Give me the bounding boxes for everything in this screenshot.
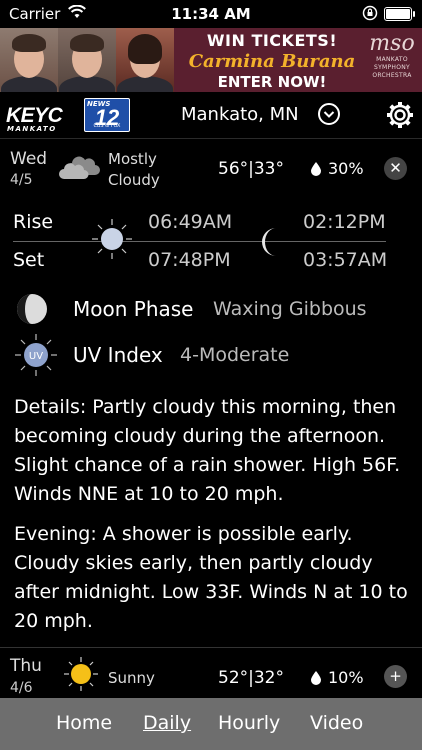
bottom-tab-bar: Home Daily Hourly Video — [0, 698, 422, 750]
rotation-lock-icon — [362, 5, 378, 21]
ad-headline: WIN TICKETS! — [206, 31, 338, 50]
rise-label: Rise — [13, 211, 54, 233]
raindrop-icon — [311, 162, 321, 176]
daily-forecast-expanded: Wed 4/5 Mostly Cloudy 56°|33° 30% ✕ Rise… — [0, 139, 422, 647]
tab-home[interactable]: Home — [56, 712, 112, 734]
uv-index-row: UV UV Index 4-Moderate — [0, 334, 422, 376]
moon-phase-row: Moon Phase Waxing Gibbous — [0, 289, 422, 329]
day-name: Thu — [10, 656, 42, 676]
tab-daily[interactable]: Daily — [143, 712, 191, 734]
app-header: KEYC MANKATO NEWS 12 CBS & FOX Mankato, … — [0, 92, 422, 139]
precip-chance: 10% — [328, 668, 364, 687]
day-name: Wed — [10, 149, 48, 169]
orchestra-logo: mso MANKATO SYMPHONY ORCHESTRA — [369, 31, 415, 80]
collapse-button[interactable]: ✕ — [384, 157, 407, 180]
sunset-time: 07:48PM — [148, 249, 231, 271]
chevron-down-icon[interactable] — [318, 103, 340, 125]
day-summary-row[interactable]: Thu 4/6 Sunny 52°|32° 10% + — [0, 647, 422, 698]
gear-icon[interactable] — [386, 101, 414, 129]
tab-hourly[interactable]: Hourly — [218, 712, 280, 734]
clock: 11:34 AM — [171, 5, 251, 23]
moon-icon — [262, 228, 276, 256]
raindrop-icon — [311, 671, 321, 685]
ad-photo — [0, 28, 174, 92]
svg-text:UV: UV — [29, 351, 43, 362]
condition-text: Sunny — [108, 669, 155, 687]
high-low-temps: 52°|32° — [218, 668, 284, 688]
battery-icon — [384, 7, 415, 21]
uv-index-value: 4-Moderate — [180, 344, 290, 366]
day-summary-row[interactable]: Wed 4/5 Mostly Cloudy 56°|33° 30% ✕ — [0, 139, 422, 195]
sunrise-time: 06:49AM — [148, 211, 233, 233]
tab-video[interactable]: Video — [310, 712, 363, 734]
day-date: 4/6 — [10, 680, 33, 696]
ad-banner[interactable]: WIN TICKETS! Carmina Burana ENTER NOW! m… — [0, 28, 422, 92]
ad-cta: ENTER NOW! — [217, 73, 327, 91]
sun-moon-times: Rise Set 06:49AM 07:48PM 02:12PM 03:57AM — [0, 205, 422, 285]
evening-text: Evening: A shower is possible early. Clo… — [14, 523, 408, 632]
moon-phase-label: Moon Phase — [73, 297, 194, 321]
precip-chance: 30% — [328, 159, 364, 178]
uv-index-label: UV Index — [73, 343, 163, 367]
location-selector[interactable]: Mankato, MN — [181, 104, 299, 125]
moon-phase-value: Waxing Gibbous — [213, 298, 367, 320]
status-bar: Carrier 11:34 AM — [0, 0, 422, 28]
ad-title: Carmina Burana — [188, 51, 356, 72]
divider — [13, 241, 386, 242]
sunny-icon — [64, 657, 98, 691]
high-low-temps: 56°|33° — [218, 159, 284, 179]
forecast-details: Details: Partly cloudy this morning, the… — [14, 393, 409, 647]
cloudy-icon — [59, 156, 100, 179]
expand-button[interactable]: + — [384, 665, 407, 688]
ad-text: WIN TICKETS! Carmina Burana ENTER NOW! — [174, 31, 370, 91]
sun-horizon-icon — [92, 219, 132, 259]
set-label: Set — [13, 249, 45, 271]
moonset-time: 03:57AM — [303, 249, 388, 271]
moonrise-time: 02:12PM — [303, 211, 386, 233]
day-date: 4/5 — [10, 172, 33, 188]
moon-phase-icon — [17, 294, 47, 324]
station-logo: KEYC MANKATO NEWS 12 CBS & FOX — [6, 98, 130, 133]
details-text: Details: Partly cloudy this morning, the… — [14, 396, 401, 505]
condition-text: Mostly Cloudy — [108, 150, 160, 189]
uv-icon: UV — [15, 334, 57, 376]
